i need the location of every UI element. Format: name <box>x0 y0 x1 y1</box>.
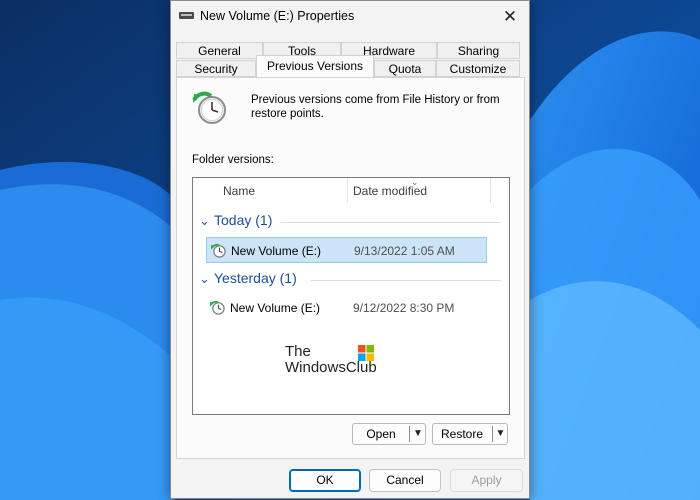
clock-restore-icon <box>211 243 226 258</box>
version-date: 9/12/2022 8:30 PM <box>353 301 455 315</box>
column-header-date-modified[interactable]: Date modified <box>353 184 427 198</box>
split-divider <box>409 426 410 442</box>
tab-sharing[interactable]: Sharing <box>437 42 520 59</box>
group-title: Yesterday (1) <box>214 270 297 286</box>
windows-logo-icon <box>358 345 374 361</box>
cancel-button[interactable]: Cancel <box>369 469 441 492</box>
info-text: Previous versions come from File History… <box>251 94 500 120</box>
chevron-down-icon[interactable]: ⌄ <box>199 271 210 287</box>
chevron-down-icon[interactable]: ⌄ <box>199 213 210 229</box>
clock-restore-icon <box>210 300 225 315</box>
open-button[interactable]: Open ▼ <box>352 423 426 445</box>
group-header-yesterday[interactable]: ⌄ Yesterday (1) <box>199 270 501 290</box>
column-header-name[interactable]: Name <box>223 184 255 198</box>
tab-security[interactable]: Security <box>176 60 256 77</box>
tab-general[interactable]: General <box>176 42 263 59</box>
folder-versions-label: Folder versions: <box>192 154 274 166</box>
column-divider[interactable] <box>490 178 491 203</box>
drive-icon <box>179 12 194 19</box>
version-date: 9/13/2022 1:05 AM <box>354 244 455 258</box>
restore-button-label: Restore <box>440 427 484 441</box>
chevron-down-icon[interactable]: ▼ <box>411 424 425 444</box>
clock-restore-icon <box>192 91 226 124</box>
split-divider <box>492 426 493 442</box>
apply-button[interactable]: Apply <box>450 469 523 492</box>
version-name: New Volume (E:) <box>230 301 321 315</box>
column-divider[interactable] <box>347 178 348 203</box>
chevron-down-icon[interactable]: ▼ <box>494 424 507 444</box>
close-icon[interactable]: ✕ <box>491 1 529 33</box>
list-item[interactable]: New Volume (E:) 9/13/2022 1:05 AM <box>206 237 487 263</box>
group-divider <box>281 222 501 223</box>
tab-quota[interactable]: Quota <box>374 60 436 77</box>
tab-customize[interactable]: Customize <box>436 60 520 77</box>
version-name: New Volume (E:) <box>231 244 322 258</box>
ok-button[interactable]: OK <box>289 469 361 492</box>
previous-versions-panel: Previous versions come from File History… <box>176 77 525 459</box>
group-divider <box>311 280 501 281</box>
watermark-line2: WindowsClub <box>285 359 377 376</box>
tab-previous-versions[interactable]: Previous Versions <box>256 55 374 77</box>
watermark-line1: The <box>285 343 311 360</box>
group-title: Today (1) <box>214 212 273 228</box>
restore-button[interactable]: Restore ▼ <box>432 423 508 445</box>
folder-versions-list[interactable]: ⌄ Name Date modified ⌄ Today (1) New Vol… <box>192 177 510 415</box>
list-item[interactable]: New Volume (E:) 9/12/2022 8:30 PM <box>206 295 487 321</box>
open-button-label: Open <box>366 427 396 441</box>
title-bar[interactable]: New Volume (E:) Properties ✕ <box>171 1 529 33</box>
window-title: New Volume (E:) Properties <box>200 9 355 23</box>
properties-dialog: New Volume (E:) Properties ✕ General Too… <box>170 0 530 499</box>
watermark-logo: The WindowsClub <box>285 343 385 383</box>
group-header-today[interactable]: ⌄ Today (1) <box>199 212 501 232</box>
